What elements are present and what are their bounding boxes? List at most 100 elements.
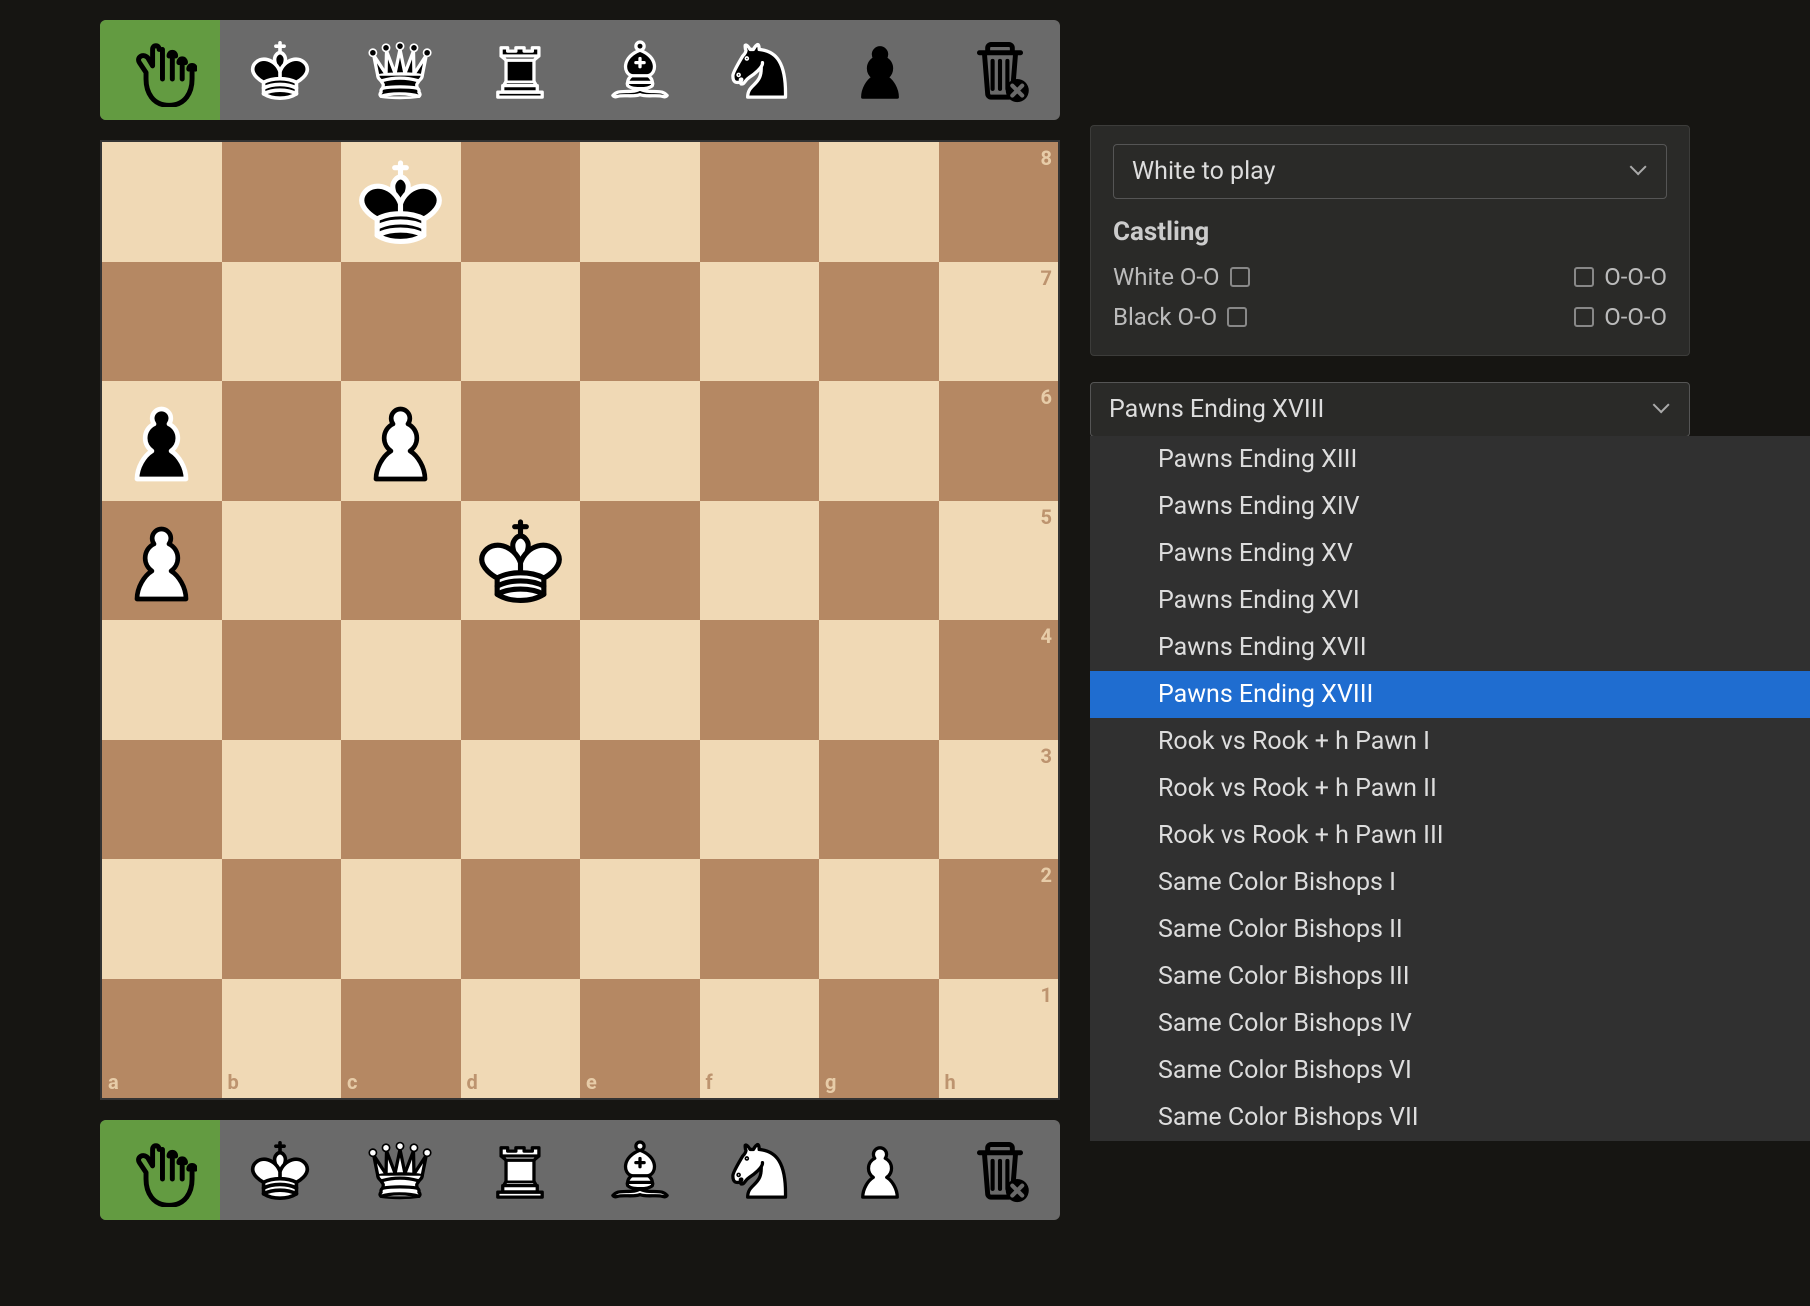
square-f4[interactable]: [700, 620, 820, 740]
square-f8[interactable]: [700, 142, 820, 262]
position-option[interactable]: Pawns Ending XV: [1090, 530, 1810, 577]
square-c6[interactable]: [341, 381, 461, 501]
position-option[interactable]: Pawns Ending XIII: [1090, 436, 1810, 483]
square-d2[interactable]: [461, 859, 581, 979]
square-h2[interactable]: 2: [939, 859, 1059, 979]
square-d4[interactable]: [461, 620, 581, 740]
chess-board[interactable]: 8765432abcdefg1h: [100, 140, 1060, 1100]
square-b7[interactable]: [222, 262, 342, 382]
square-b3[interactable]: [222, 740, 342, 860]
square-e2[interactable]: [580, 859, 700, 979]
position-option[interactable]: Rook vs Rook + h Pawn II: [1090, 765, 1810, 812]
square-g1[interactable]: g: [819, 979, 939, 1099]
position-option[interactable]: Pawns Ending XIV: [1090, 483, 1810, 530]
square-b2[interactable]: [222, 859, 342, 979]
white-bishop-tool[interactable]: [580, 1120, 700, 1220]
white-knight-tool[interactable]: [700, 1120, 820, 1220]
black-pawn-icon[interactable]: [109, 388, 214, 493]
square-h4[interactable]: 4: [939, 620, 1059, 740]
square-g2[interactable]: [819, 859, 939, 979]
square-b5[interactable]: [222, 501, 342, 621]
pointer-tool[interactable]: [100, 20, 220, 120]
position-option[interactable]: Same Color Bishops IV: [1090, 1000, 1810, 1047]
square-f7[interactable]: [700, 262, 820, 382]
square-c3[interactable]: [341, 740, 461, 860]
black-queen-tool[interactable]: [340, 20, 460, 120]
square-d8[interactable]: [461, 142, 581, 262]
position-option[interactable]: Same Color Bishops III: [1090, 953, 1810, 1000]
position-option[interactable]: Same Color Bishops VII: [1090, 1094, 1810, 1141]
square-d1[interactable]: d: [461, 979, 581, 1099]
square-g3[interactable]: [819, 740, 939, 860]
square-f3[interactable]: [700, 740, 820, 860]
white-king-icon[interactable]: [468, 508, 573, 613]
white-castle-long[interactable]: O-O-O: [1574, 263, 1667, 291]
square-c5[interactable]: [341, 501, 461, 621]
black-rook-tool[interactable]: [460, 20, 580, 120]
square-c2[interactable]: [341, 859, 461, 979]
square-e7[interactable]: [580, 262, 700, 382]
black-castle-long[interactable]: O-O-O: [1574, 303, 1667, 331]
square-d7[interactable]: [461, 262, 581, 382]
square-g7[interactable]: [819, 262, 939, 382]
square-h8[interactable]: 8: [939, 142, 1059, 262]
black-castle-short[interactable]: Black O-O: [1113, 303, 1247, 331]
square-g5[interactable]: [819, 501, 939, 621]
square-h1[interactable]: 1h: [939, 979, 1059, 1099]
position-option[interactable]: Pawns Ending XVIII: [1090, 671, 1810, 718]
turn-select[interactable]: White to play: [1113, 144, 1667, 199]
square-a4[interactable]: [102, 620, 222, 740]
position-option[interactable]: Same Color Bishops II: [1090, 906, 1810, 953]
white-pawn-tool[interactable]: [820, 1120, 940, 1220]
square-a5[interactable]: [102, 501, 222, 621]
square-a3[interactable]: [102, 740, 222, 860]
square-e3[interactable]: [580, 740, 700, 860]
black-pawn-tool[interactable]: [820, 20, 940, 120]
square-d6[interactable]: [461, 381, 581, 501]
position-option[interactable]: Pawns Ending XVII: [1090, 624, 1810, 671]
square-e6[interactable]: [580, 381, 700, 501]
position-option[interactable]: Same Color Bishops I: [1090, 859, 1810, 906]
square-f1[interactable]: f: [700, 979, 820, 1099]
square-h7[interactable]: 7: [939, 262, 1059, 382]
position-option[interactable]: Rook vs Rook + h Pawn I: [1090, 718, 1810, 765]
black-knight-tool[interactable]: [700, 20, 820, 120]
white-castle-short[interactable]: White O-O: [1113, 263, 1250, 291]
position-option[interactable]: Rook vs Rook + h Pawn III: [1090, 812, 1810, 859]
square-g8[interactable]: [819, 142, 939, 262]
position-select[interactable]: Pawns Ending XVIII: [1090, 382, 1690, 437]
square-d3[interactable]: [461, 740, 581, 860]
white-pawn-icon[interactable]: [348, 388, 453, 493]
white-king-tool[interactable]: [220, 1120, 340, 1220]
square-e5[interactable]: [580, 501, 700, 621]
trash-tool[interactable]: [940, 20, 1060, 120]
square-h6[interactable]: 6: [939, 381, 1059, 501]
square-e1[interactable]: e: [580, 979, 700, 1099]
square-d5[interactable]: [461, 501, 581, 621]
square-e4[interactable]: [580, 620, 700, 740]
pointer-tool[interactable]: [100, 1120, 220, 1220]
white-rook-tool[interactable]: [460, 1120, 580, 1220]
square-f6[interactable]: [700, 381, 820, 501]
square-h5[interactable]: 5: [939, 501, 1059, 621]
position-option[interactable]: Same Color Bishops VI: [1090, 1047, 1810, 1094]
square-g4[interactable]: [819, 620, 939, 740]
position-option[interactable]: Pawns Ending XVI: [1090, 577, 1810, 624]
square-a6[interactable]: [102, 381, 222, 501]
square-b1[interactable]: b: [222, 979, 342, 1099]
square-f2[interactable]: [700, 859, 820, 979]
square-b8[interactable]: [222, 142, 342, 262]
square-a8[interactable]: [102, 142, 222, 262]
black-king-tool[interactable]: [220, 20, 340, 120]
black-bishop-tool[interactable]: [580, 20, 700, 120]
square-h3[interactable]: 3: [939, 740, 1059, 860]
black-king-icon[interactable]: [348, 149, 453, 254]
square-f5[interactable]: [700, 501, 820, 621]
square-c8[interactable]: [341, 142, 461, 262]
square-g6[interactable]: [819, 381, 939, 501]
white-queen-tool[interactable]: [340, 1120, 460, 1220]
white-pawn-icon[interactable]: [109, 508, 214, 613]
square-a2[interactable]: [102, 859, 222, 979]
square-b4[interactable]: [222, 620, 342, 740]
square-c4[interactable]: [341, 620, 461, 740]
